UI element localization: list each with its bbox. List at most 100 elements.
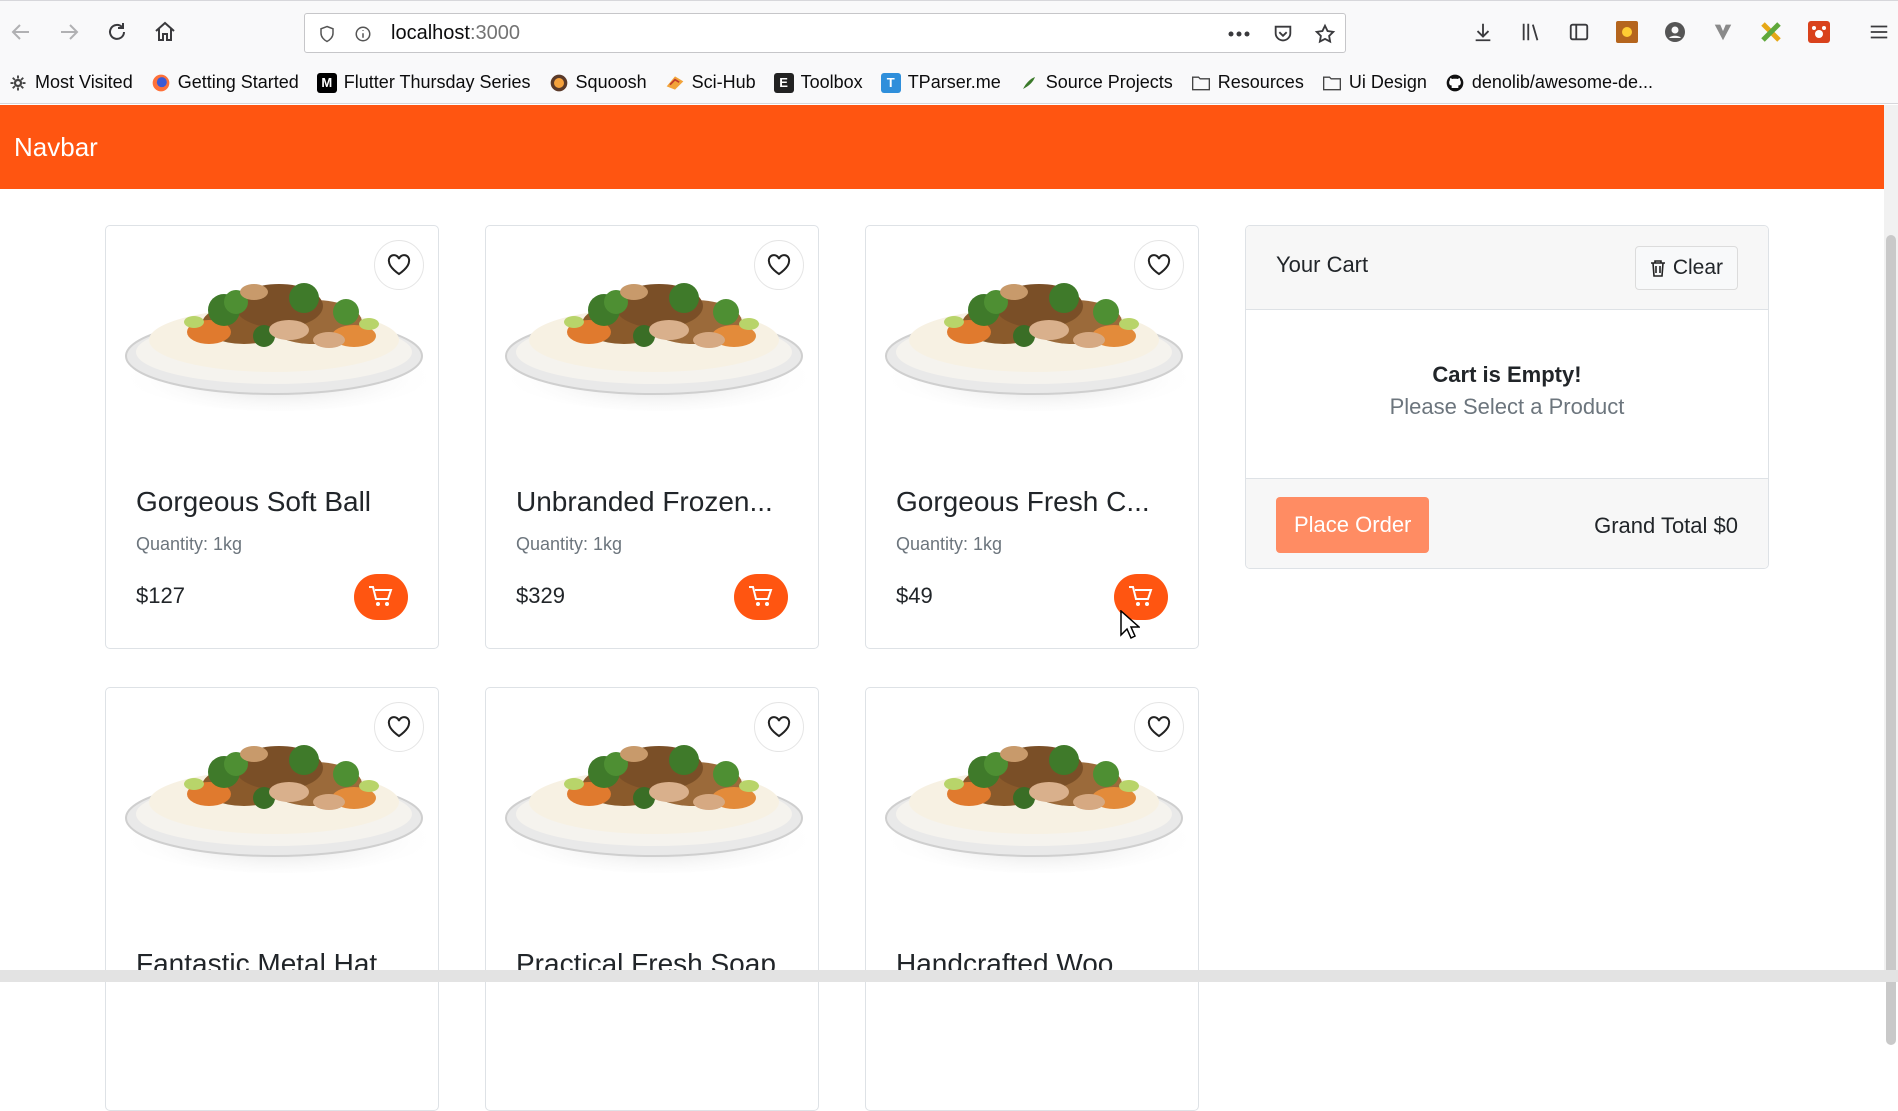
product-price: $329	[516, 583, 565, 608]
bookmark-denolib[interactable]: denolib/awesome-de...	[1445, 72, 1653, 93]
favorite-button[interactable]	[1134, 240, 1184, 290]
heart-icon	[387, 716, 411, 738]
url-host: localhost	[391, 22, 470, 44]
bookmark-label: Getting Started	[177, 72, 299, 92]
bookmark-label: Resources	[1217, 72, 1304, 92]
cart-empty-title: Cart is Empty!	[1432, 362, 1582, 387]
bookmark-label: Ui Design	[1348, 72, 1427, 92]
toolbox-icon: E	[773, 72, 794, 93]
bookmark-label: Toolbox	[800, 72, 863, 92]
favorite-button[interactable]	[374, 702, 424, 752]
navbar: Navbar	[0, 105, 1884, 189]
cart-icon	[749, 586, 773, 606]
cart-title: Your Cart	[1276, 252, 1369, 277]
folder-icon	[1322, 73, 1342, 93]
bookmark-sci-hub[interactable]: Sci-Hub	[665, 72, 756, 93]
trash-icon	[1650, 260, 1665, 277]
url-port: :3000	[469, 22, 520, 44]
library-icon[interactable]	[1514, 15, 1548, 49]
navbar-brand[interactable]: Navbar	[14, 132, 98, 163]
bookmark-label: denolib/awesome-de...	[1471, 72, 1653, 92]
sidebar-icon[interactable]	[1562, 15, 1596, 49]
download-icon[interactable]	[1466, 15, 1500, 49]
star-icon[interactable]	[1313, 22, 1337, 46]
bookmark-label: Flutter Thursday Series	[343, 72, 531, 92]
extension-v-icon[interactable]	[1706, 15, 1740, 49]
bookmark-source-projects[interactable]: Source Projects	[1019, 72, 1173, 93]
clear-cart-button[interactable]: Clear	[1634, 246, 1738, 290]
product-title: Unbranded Frozen...	[516, 486, 773, 517]
product-card: Practical Fresh Soap	[485, 687, 819, 1111]
bookmark-most-visited[interactable]: Most Visited	[8, 72, 133, 93]
scihub-icon	[665, 73, 685, 93]
bookmark-label: TParser.me	[907, 72, 1001, 92]
reload-icon[interactable]	[100, 15, 134, 49]
bookmark-ui-design[interactable]: Ui Design	[1322, 72, 1427, 93]
more-dots-icon[interactable]	[1227, 22, 1251, 46]
pocket-icon[interactable]	[1271, 22, 1295, 46]
bookmarks-bar: Most Visited Getting Started M Flutter T…	[0, 62, 1898, 104]
url-bar[interactable]: localhost:3000	[304, 13, 1346, 53]
home-icon[interactable]	[148, 15, 182, 49]
bookmark-squoosh[interactable]: Squoosh	[549, 72, 647, 93]
product-quantity: Quantity: 1kg	[136, 534, 243, 554]
horizontal-scrollbar[interactable]	[0, 970, 1898, 982]
extension-cross-icon[interactable]	[1754, 15, 1788, 49]
product-quantity: Quantity: 1kg	[516, 534, 623, 554]
info-icon[interactable]	[351, 22, 375, 46]
browser-toolbar: localhost:3000	[0, 0, 1898, 63]
product-title: Gorgeous Soft Ball	[136, 486, 372, 517]
cart-panel: Your Cart Clear Cart is Empty! Please Se…	[1245, 225, 1769, 569]
url-text[interactable]: localhost:3000	[391, 22, 520, 45]
account-icon[interactable]	[1658, 15, 1692, 49]
product-price: $49	[896, 583, 933, 608]
bookmark-label: Squoosh	[575, 72, 647, 92]
heart-icon	[767, 254, 791, 276]
forward-arrow-icon[interactable]	[52, 15, 86, 49]
add-to-cart-button[interactable]	[354, 574, 408, 620]
bookmark-label: Most Visited	[35, 72, 133, 92]
feather-icon	[1019, 73, 1039, 93]
extension-paw-icon[interactable]	[1802, 15, 1836, 49]
bookmark-tparser[interactable]: T TParser.me	[880, 72, 1001, 93]
favorite-button[interactable]	[374, 240, 424, 290]
clear-label: Clear	[1672, 256, 1723, 279]
back-arrow-icon[interactable]	[4, 15, 38, 49]
github-icon	[1445, 73, 1465, 93]
scrollbar-thumb[interactable]	[1886, 235, 1896, 1045]
heart-icon	[1147, 254, 1171, 276]
heart-icon	[767, 716, 791, 738]
medium-icon: M	[316, 72, 337, 93]
bookmark-toolbox[interactable]: E Toolbox	[773, 72, 863, 93]
heart-icon	[1147, 716, 1171, 738]
gear-icon	[8, 73, 28, 93]
grand-total: Grand Total $0	[1594, 513, 1738, 538]
bookmark-flutter-thursday[interactable]: M Flutter Thursday Series	[316, 72, 531, 93]
product-card: Gorgeous Soft Ball Quantity: 1kg $127	[105, 225, 439, 649]
cart-body: Cart is Empty! Please Select a Product	[1246, 310, 1768, 478]
bookmark-label: Source Projects	[1045, 72, 1173, 92]
folder-icon	[1191, 73, 1211, 93]
bookmark-getting-started[interactable]: Getting Started	[151, 72, 299, 93]
favorite-button[interactable]	[754, 702, 804, 752]
product-price: $127	[136, 583, 185, 608]
vertical-scrollbar[interactable]	[1884, 105, 1898, 1045]
favorite-button[interactable]	[1134, 702, 1184, 752]
shield-icon[interactable]	[315, 22, 339, 46]
cart-footer: Place Order Grand Total $0	[1246, 478, 1768, 568]
add-to-cart-button[interactable]	[734, 574, 788, 620]
hamburger-menu-icon[interactable]	[1862, 15, 1896, 49]
heart-icon	[387, 254, 411, 276]
place-order-button[interactable]: Place Order	[1276, 497, 1430, 553]
product-card: Handcrafted Woo...	[865, 687, 1199, 1111]
product-title: Gorgeous Fresh C...	[896, 486, 1150, 517]
cart-icon	[369, 586, 393, 606]
bookmark-resources[interactable]: Resources	[1191, 72, 1304, 93]
product-card: Fantastic Metal Hat	[105, 687, 439, 1111]
product-card: Gorgeous Fresh C... Quantity: 1kg $49	[865, 225, 1199, 649]
favorite-button[interactable]	[754, 240, 804, 290]
product-quantity: Quantity: 1kg	[896, 534, 1003, 554]
product-card: Unbranded Frozen... Quantity: 1kg $329	[485, 225, 819, 649]
squoosh-icon	[549, 73, 569, 93]
extension-sun-icon[interactable]	[1610, 15, 1644, 49]
